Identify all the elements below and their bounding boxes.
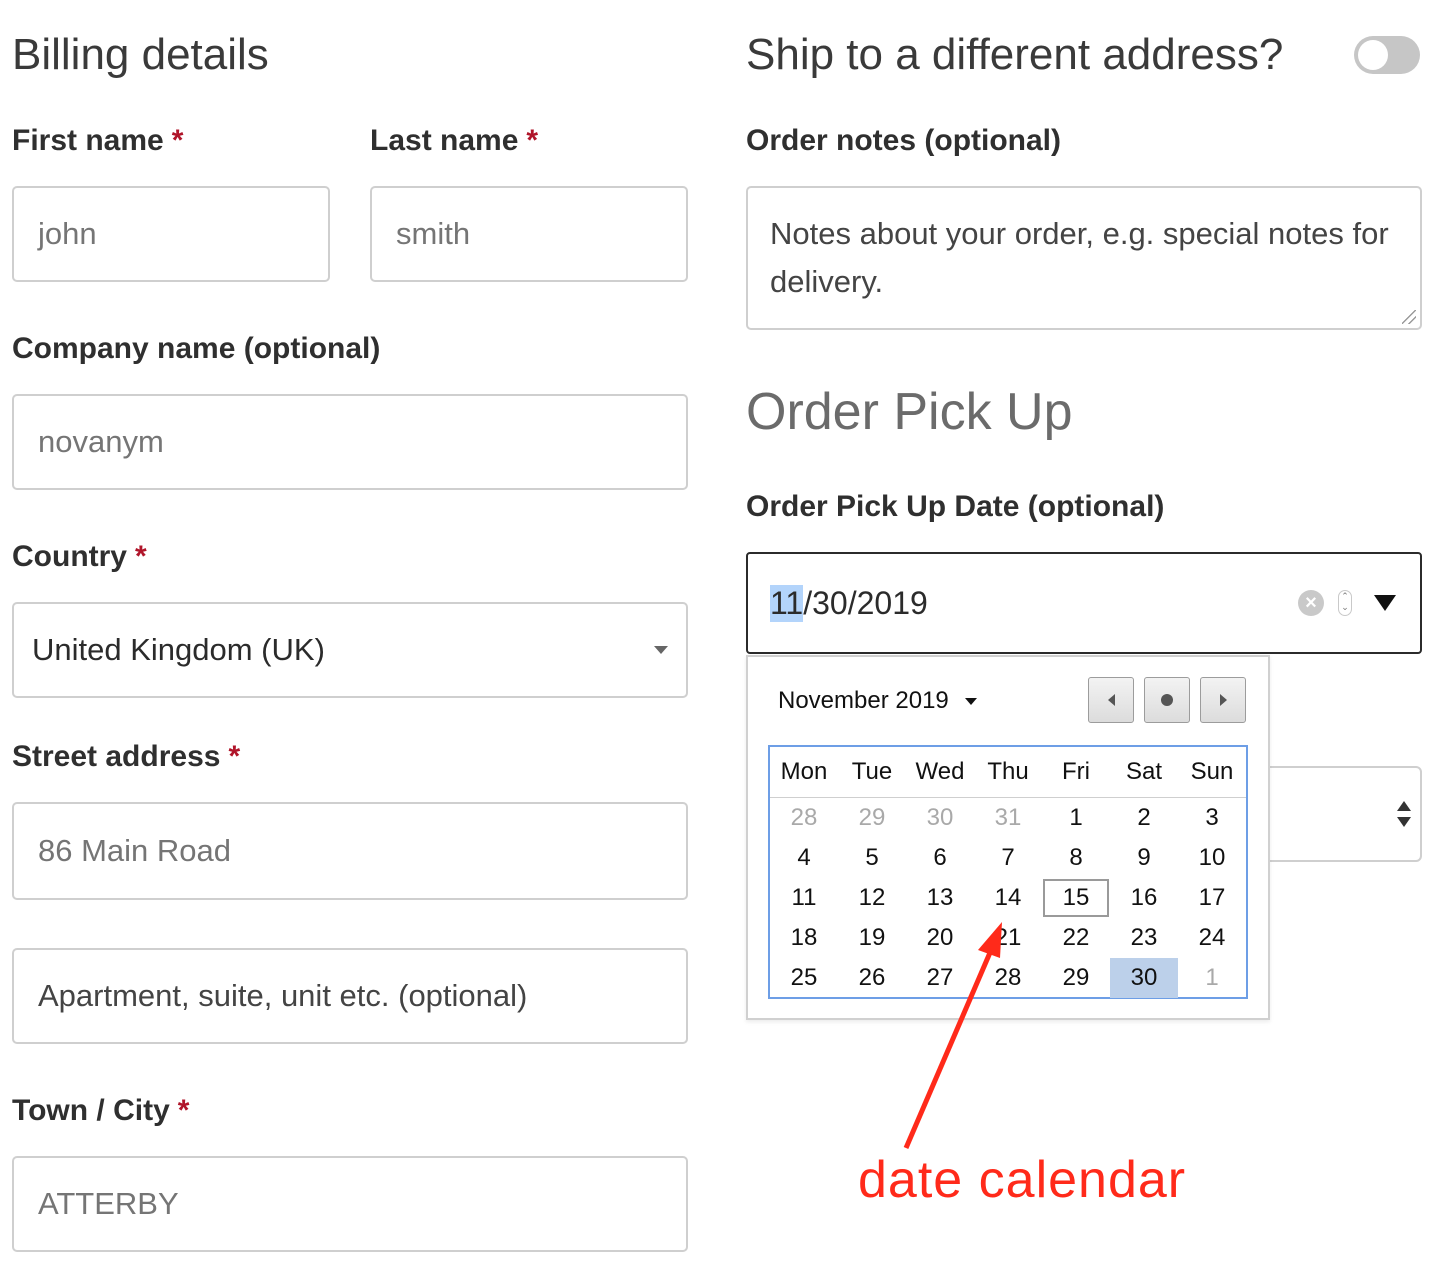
annotation-arrow	[903, 922, 1002, 1149]
annotation-label: date calendar	[858, 1151, 1187, 1209]
annotation-arrow-line	[903, 947, 995, 1149]
annotation-arrow-head	[978, 922, 1002, 958]
